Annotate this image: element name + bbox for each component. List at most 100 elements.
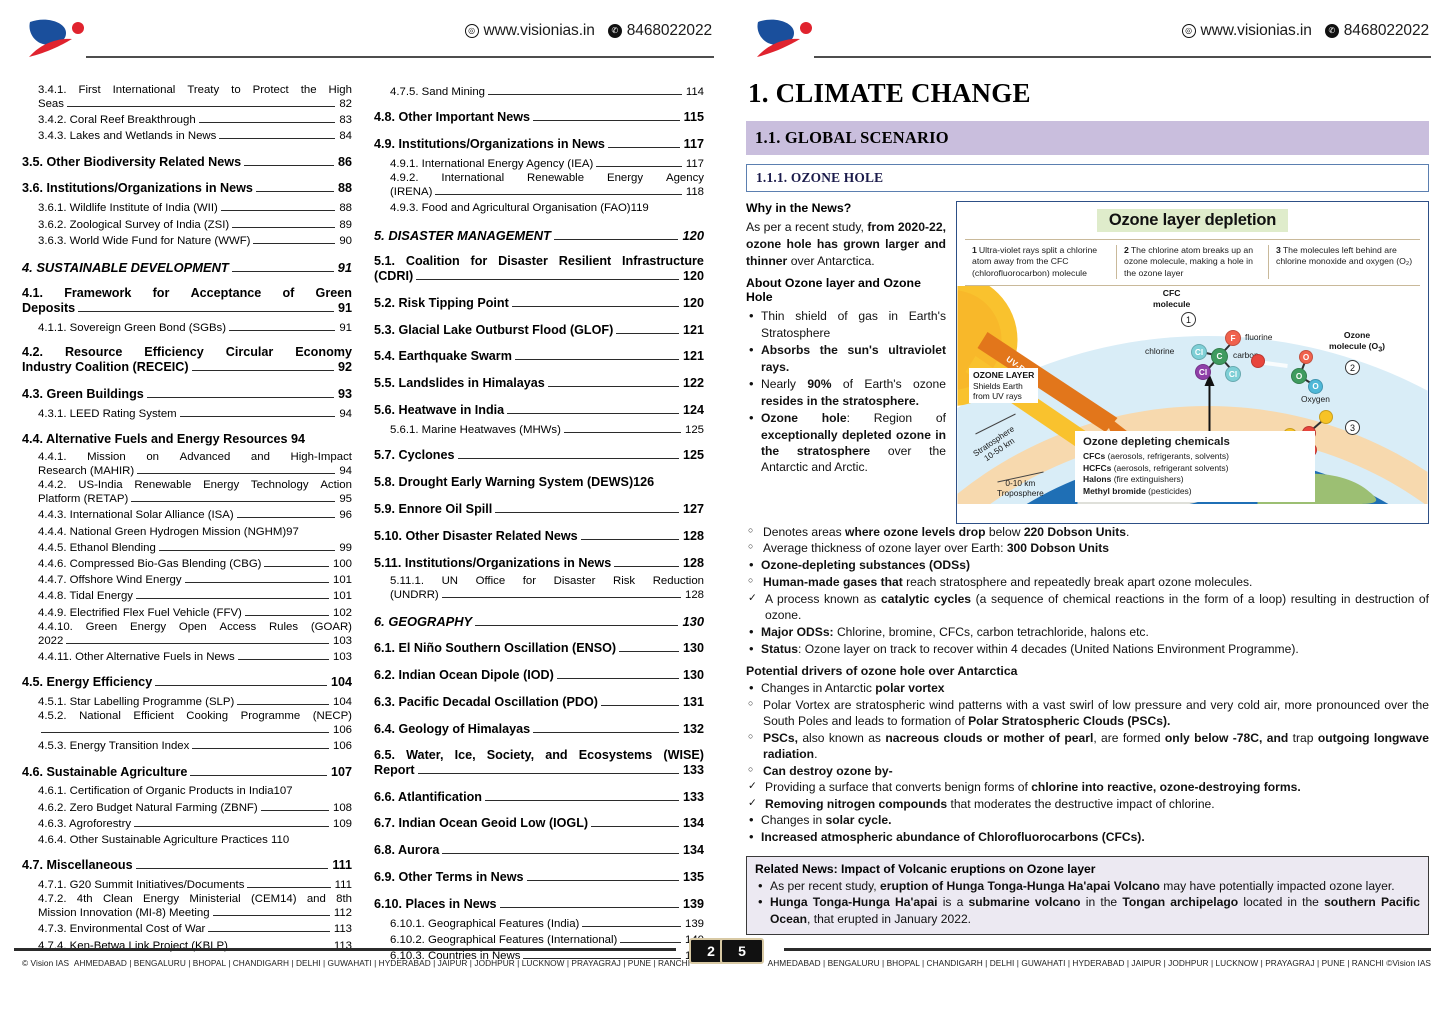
- phone-item: ✆ 8468022022: [607, 22, 712, 40]
- toc-entry[interactable]: 4.4.7. Offshore Wind Energy 101: [22, 572, 352, 588]
- toc-entry[interactable]: 5.1. Coalition for Disaster Resilient Infrast…: [374, 254, 704, 286]
- toc-leader: [184, 582, 329, 584]
- about-bullet: Thin shield of gas in Earth's Stratosphe…: [746, 307, 946, 341]
- toc-entry[interactable]: 4.5.2. National Efficient Cooking Programme(…: [22, 710, 352, 738]
- toc-entry[interactable]: 5.10. Other Disaster Related News 128: [374, 528, 704, 546]
- toc-leader: [236, 517, 336, 519]
- toc-entry[interactable]: 4.9.2. International Renewable Energy Agency…: [374, 172, 704, 200]
- toc-entry[interactable]: 4.7.1. G20 Summit Initiatives/Documents 1…: [22, 877, 352, 893]
- toc-entry[interactable]: 5.11. Institutions/Organizations in News…: [374, 555, 704, 573]
- toc-entry[interactable]: 4.4.9. Electrified Flex Fuel Vehicle (FF…: [22, 605, 352, 621]
- toc-label: 4.9.1. International Energy Agency (IEA): [390, 157, 594, 170]
- toc-entry[interactable]: 6.2. Indian Ocean Dipole (IOD) 130: [374, 667, 704, 685]
- toc-entry[interactable]: 4.7.3. Environmental Cost of War 113: [22, 921, 352, 937]
- toc-page-number: 125: [684, 424, 704, 437]
- toc-leader: [41, 732, 329, 734]
- toc-leader: [232, 226, 336, 228]
- toc-entry[interactable]: 6.6. Atlantification 133: [374, 789, 704, 807]
- toc-entry[interactable]: 6.8. Aurora 134: [374, 842, 704, 860]
- toc-leader: [192, 748, 329, 750]
- toc-entry[interactable]: 4.6. Sustainable Agriculture 107: [22, 764, 352, 782]
- toc-entry[interactable]: 5.7. Cyclones 125: [374, 447, 704, 465]
- toc-entry[interactable]: 4.4.10. Green Energy Open Access Rules (GOAR) 2…: [22, 621, 352, 649]
- toc-entry[interactable]: 4.9. Institutions/Organizations in News 1…: [374, 136, 704, 154]
- toc-entry[interactable]: 6. GEOGRAPHY 130: [374, 613, 704, 631]
- toc-entry[interactable]: 3.4.2. Coral Reef Breakthrough 83: [22, 112, 352, 128]
- toc-entry[interactable]: 4.7. Miscellaneous 111: [22, 857, 352, 875]
- toc-entry[interactable]: 4.6.4. Other Sustainable Agriculture Pra…: [22, 832, 352, 848]
- toc-entry[interactable]: 5.6.1. Marine Heatwaves (MHWs) 125: [374, 422, 704, 438]
- dobson-bullet: Denotes areas where ozone levels drop be…: [746, 524, 1429, 540]
- toc-label: 5.7. Cyclones: [374, 448, 455, 463]
- toc-entry[interactable]: 4.2. Resource Efficiency Circular Economy Ind…: [22, 345, 352, 377]
- toc-entry[interactable]: 5.8. Drought Early Warning System (DEWS)…: [374, 474, 704, 492]
- toc-entry[interactable]: 4.5.1. Star Labelling Programme (SLP) 104: [22, 694, 352, 710]
- toc-entry[interactable]: 4.4.3. International Solar Alliance (ISA…: [22, 507, 352, 523]
- toc-entry[interactable]: 4.4.8. Tidal Energy 101: [22, 588, 352, 604]
- toc-entry[interactable]: 3.6.2. Zoological Survey of India (ZSI) 8…: [22, 217, 352, 233]
- toc-entry[interactable]: 4.5. Energy Efficiency 104: [22, 674, 352, 692]
- toc-entry[interactable]: 4.4.6. Compressed Bio-Gas Blending (CBG)…: [22, 556, 352, 572]
- toc-entry[interactable]: 3.4.1. First International Treaty to Protect t…: [22, 84, 352, 112]
- toc-entry[interactable]: 5.4. Earthquake Swarm 121: [374, 348, 704, 366]
- phone-icon: ✆: [1324, 24, 1339, 38]
- toc-entry[interactable]: 4.8. Other Important News 115: [374, 109, 704, 127]
- toc-entry[interactable]: 6.10. Places in News 139: [374, 896, 704, 914]
- toc-entry[interactable]: 4.1. Framework for Acceptance of Green Deposit…: [22, 286, 352, 318]
- toc-entry[interactable]: 6.3. Pacific Decadal Oscillation (PDO) 13…: [374, 694, 704, 712]
- toc-entry[interactable]: 4.7.5. Sand Mining 114: [374, 84, 704, 100]
- toc-entry[interactable]: 6.1. El Niño Southern Oscillation (ENSO)…: [374, 640, 704, 658]
- toc-entry[interactable]: 4.4.5. Ethanol Blending 99: [22, 540, 352, 556]
- toc-entry[interactable]: 6.10.2. Geographical Features (Internati…: [374, 932, 704, 948]
- toc-page-number: 90: [339, 234, 352, 247]
- toc-entry[interactable]: 4.3. Green Buildings 93: [22, 386, 352, 404]
- toc-entry[interactable]: 5.6. Heatwave in India 124: [374, 402, 704, 420]
- toc-entry-line2: 2022 103: [38, 633, 352, 649]
- toc-entry[interactable]: 5.3. Glacial Lake Outburst Flood (GLOF) 1…: [374, 322, 704, 340]
- toc-entry[interactable]: 5.11.1. UN Office for Disaster Risk Reduction(…: [374, 575, 704, 603]
- toc-entry[interactable]: 5.9. Ennore Oil Spill 127: [374, 501, 704, 519]
- toc-entry[interactable]: 4.6.1. Certification of Organic Products…: [22, 783, 352, 799]
- toc-entry[interactable]: 4.4.2. US-India Renewable Energy Technology A…: [22, 479, 352, 507]
- page-number-right: 5: [720, 938, 764, 964]
- toc-entry[interactable]: 3.5. Other Biodiversity Related News 86: [22, 154, 352, 172]
- toc-label: 3.4.2. Coral Reef Breakthrough: [38, 114, 196, 127]
- toc-label: 6.3. Pacific Decadal Oscillation (PDO): [374, 694, 598, 709]
- toc-entry[interactable]: 6.5. Water, Ice, Society, and Ecosystems (WISE…: [374, 748, 704, 780]
- toc-entry-line2: Mission Innovation (MI-8) Meeting 112: [38, 905, 352, 921]
- toc-entry[interactable]: 3.6.3. World Wide Fund for Nature (WWF) 9…: [22, 233, 352, 249]
- toc-page-number: 111: [334, 879, 352, 892]
- toc-entry[interactable]: 6.4. Geology of Himalayas 132: [374, 721, 704, 739]
- toc-entry[interactable]: 4.4. Alternative Fuels and Energy Resour…: [22, 431, 352, 449]
- toc-entry-line1: 4.2. Resource Efficiency Circular Economy: [22, 345, 352, 360]
- toc-entry[interactable]: 4.3.1. LEED Rating System 94: [22, 406, 352, 422]
- toc-entry[interactable]: 6.10.1. Geographical Features (India) 139: [374, 916, 704, 932]
- toc-entry[interactable]: 3.6.1. Wildlife Institute of India (WII)…: [22, 200, 352, 216]
- status-item: Status: Ozone layer on track to recover …: [746, 640, 1429, 658]
- toc-entry[interactable]: 3.6. Institutions/Organizations in News 8…: [22, 180, 352, 198]
- toc-entry[interactable]: 6.7. Indian Ocean Geoid Low (IOGL) 134: [374, 815, 704, 833]
- toc-entry[interactable]: 5.2. Risk Tipping Point 120: [374, 295, 704, 313]
- figure-title-row: Ozone layer depletion: [957, 202, 1428, 232]
- toc-entry[interactable]: 4.1.1. Sovereign Green Bond (SGBs) 91: [22, 320, 352, 336]
- toc-entry[interactable]: 3.4.3. Lakes and Wetlands in News 84: [22, 128, 352, 144]
- toc-entry[interactable]: 4.7.2. 4th Clean Energy Ministerial (CEM14) an…: [22, 893, 352, 921]
- ods-sub-item: Human-made gases that reach stratosphere…: [746, 574, 1429, 590]
- phone-icon: ✆: [607, 24, 622, 38]
- toc-entry[interactable]: 4.6.3. Agroforestry 109: [22, 816, 352, 832]
- toc-entry[interactable]: 6.9. Other Terms in News 135: [374, 869, 704, 887]
- toc-entry[interactable]: 4.4.1. Mission on Advanced and High-Impact Res…: [22, 451, 352, 479]
- toc-entry[interactable]: 4.6.2. Zero Budget Natural Farming (ZBNF…: [22, 800, 352, 816]
- toc-page-number: 101: [332, 590, 352, 603]
- toc-entry[interactable]: 4.9.1. International Energy Agency (IEA)…: [374, 156, 704, 172]
- toc-entry[interactable]: 4.5.3. Energy Transition Index 106: [22, 738, 352, 754]
- toc-entry[interactable]: 4. SUSTAINABLE DEVELOPMENT 91: [22, 259, 352, 277]
- website-text: www.visionias.in: [1200, 22, 1312, 39]
- toc-entry[interactable]: 4.4.11. Other Alternative Fuels in News 1…: [22, 649, 352, 665]
- toc-leader: [264, 566, 329, 567]
- toc-entry[interactable]: 5. DISASTER MANAGEMENT 120: [374, 227, 704, 245]
- toc-entry[interactable]: 4.9.3. Food and Agricultural Organisatio…: [374, 200, 704, 216]
- toc-label: 6.7. Indian Ocean Geoid Low (IOGL): [374, 816, 589, 831]
- toc-entry[interactable]: 4.4.4. National Green Hydrogen Mission (…: [22, 524, 352, 540]
- toc-entry[interactable]: 5.5. Landslides in Himalayas 122: [374, 375, 704, 393]
